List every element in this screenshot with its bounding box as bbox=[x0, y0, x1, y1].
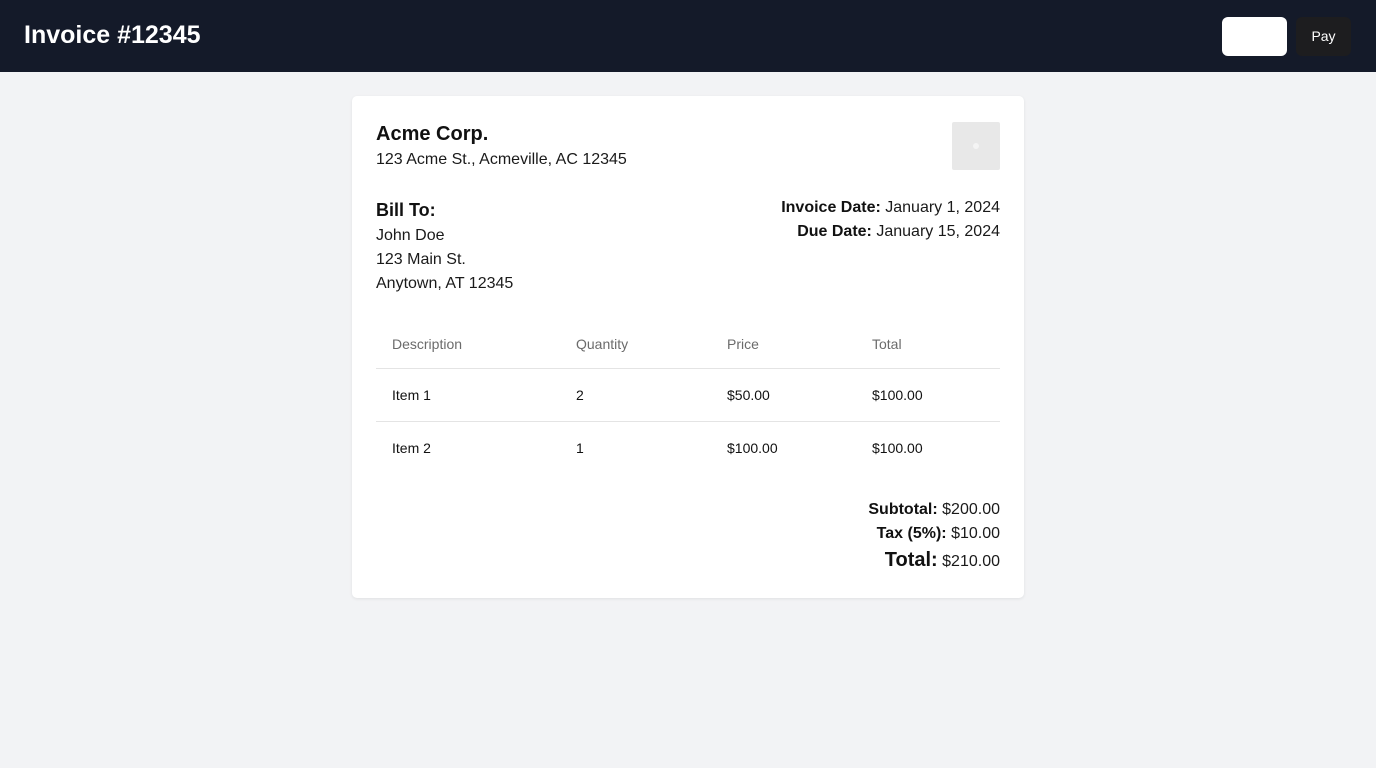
due-date-line: Due Date: January 15, 2024 bbox=[797, 222, 1000, 242]
total-label: Total: bbox=[884, 549, 938, 571]
company-address: 123 Acme St., Acmeville, AC 12345 bbox=[376, 151, 627, 168]
items-table: Description Quantity Price Total Item 1 … bbox=[376, 321, 1000, 474]
total-value: $210.00 bbox=[942, 553, 1000, 570]
cell-description: Item 2 bbox=[392, 439, 431, 456]
invoice-date-label: Invoice Date: bbox=[781, 199, 881, 216]
subtotal-label: Subtotal: bbox=[868, 501, 938, 518]
bill-to-heading: Bill To: bbox=[376, 200, 436, 220]
column-header-description: Description bbox=[376, 321, 560, 369]
table-header-row: Description Quantity Price Total bbox=[376, 321, 1000, 369]
due-date-label: Due Date: bbox=[797, 223, 872, 240]
due-date-value: January 15, 2024 bbox=[876, 223, 1000, 240]
subtotal-line: Subtotal: $200.00 bbox=[868, 500, 1000, 520]
cell-total: $100.00 bbox=[872, 439, 923, 456]
column-header-price: Price bbox=[711, 321, 856, 369]
invoice-date-value: January 1, 2024 bbox=[885, 199, 1000, 216]
header-bar: Invoice #12345 Pay bbox=[0, 0, 1376, 72]
page-title: Invoice #12345 bbox=[24, 21, 201, 49]
cell-description: Item 1 bbox=[376, 368, 560, 422]
tax-line: Tax (5%): $10.00 bbox=[877, 524, 1000, 544]
cell-price: $100.00 bbox=[727, 439, 778, 456]
table-row: Item 2 1 $100.00 $100.00 bbox=[376, 421, 1000, 474]
tax-value: $10.00 bbox=[951, 525, 1000, 542]
pay-button[interactable]: Pay bbox=[1296, 17, 1351, 56]
cell-total: $100.00 bbox=[856, 368, 1000, 422]
invoice-card: Acme Corp. 123 Acme St., Acmeville, AC 1… bbox=[352, 96, 1024, 598]
subtotal-value: $200.00 bbox=[942, 501, 1000, 518]
tax-label: Tax (5%): bbox=[876, 525, 947, 542]
invoice-date-line: Invoice Date: January 1, 2024 bbox=[781, 198, 1000, 218]
bill-to-city: Anytown, AT 12345 bbox=[376, 275, 514, 292]
bill-to-street: 123 Main St. bbox=[376, 251, 466, 268]
cell-quantity: 2 bbox=[560, 368, 711, 422]
total-line: Total: $210.00 bbox=[885, 548, 1000, 574]
blank-button[interactable] bbox=[1222, 17, 1287, 56]
company-logo-icon bbox=[952, 122, 1000, 170]
company-name: Acme Corp. bbox=[376, 123, 489, 145]
bill-to-name: John Doe bbox=[376, 227, 445, 244]
table-row: Item 1 2 $50.00 $100.00 bbox=[376, 368, 1000, 422]
column-header-total: Total bbox=[856, 321, 1000, 369]
column-header-quantity: Quantity bbox=[560, 321, 711, 369]
cell-price: $50.00 bbox=[711, 368, 856, 422]
cell-quantity: 1 bbox=[576, 439, 584, 456]
